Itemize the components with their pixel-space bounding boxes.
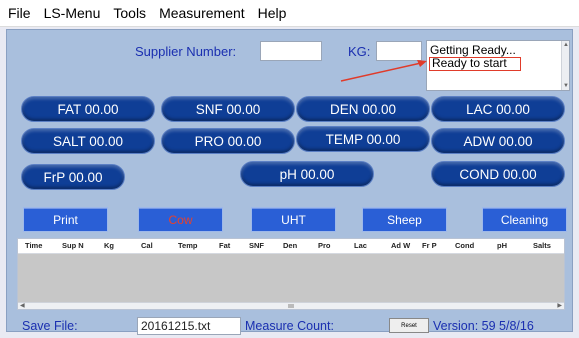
column-header-temp: Temp [178, 241, 198, 250]
menu-file[interactable]: File [8, 5, 31, 21]
version-label: Version: 59 5/8/16 [433, 319, 534, 333]
supplier-number-input[interactable] [260, 41, 322, 61]
save-file-input[interactable]: 20161215.txt [137, 317, 241, 335]
column-header-fat: Fat [219, 241, 231, 250]
table-body [18, 254, 564, 303]
results-table: Time Sup N Kg Cal Temp Fat SNF Den Pro L… [17, 238, 565, 310]
column-header-cond: Cond [455, 241, 475, 250]
reading-pro[interactable]: PRO 00.00 [161, 128, 295, 154]
reading-den[interactable]: DEN 00.00 [296, 96, 430, 122]
uht-button[interactable]: UHT [251, 207, 336, 232]
menu-measurement[interactable]: Measurement [159, 5, 245, 21]
scroll-down-icon[interactable]: ▼ [563, 83, 569, 89]
measure-count-label: Measure Count: [245, 319, 334, 333]
main-panel: Supplier Number: KG: Getting Ready... Re… [6, 29, 573, 335]
supplier-number-label: Supplier Number: [135, 44, 237, 59]
sheep-button[interactable]: Sheep [362, 207, 447, 232]
save-file-label: Save File: [22, 319, 78, 333]
reading-frp[interactable]: FrP 00.00 [21, 164, 125, 190]
reading-salt[interactable]: SALT 00.00 [21, 128, 155, 154]
column-header-sup-n: Sup N [62, 241, 84, 250]
column-header-kg: Kg [104, 241, 114, 250]
reading-snf[interactable]: SNF 00.00 [161, 96, 295, 122]
cleaning-button[interactable]: Cleaning [482, 207, 567, 232]
scroll-thumb[interactable] [288, 304, 294, 308]
column-header-snf: SNF [249, 241, 264, 250]
reading-lac[interactable]: LAC 00.00 [431, 96, 565, 122]
table-header: Time Sup N Kg Cal Temp Fat SNF Den Pro L… [18, 239, 564, 254]
menu-help[interactable]: Help [258, 5, 287, 21]
column-header-cal: Cal [141, 241, 153, 250]
reading-temp[interactable]: TEMP 00.00 [296, 126, 430, 152]
column-header-frp: Fr P [422, 241, 437, 250]
column-header-ph: pH [497, 241, 507, 250]
cow-button[interactable]: Cow [138, 207, 223, 232]
reset-button[interactable]: Reset [389, 318, 429, 333]
status-log: Getting Ready... Ready to start ▲ ▼ [426, 40, 570, 91]
print-button[interactable]: Print [23, 207, 108, 232]
column-header-pro: Pro [318, 241, 331, 250]
column-header-time: Time [25, 241, 43, 250]
status-line-ready-to-start: Ready to start [429, 57, 521, 71]
menu-bar: File LS-Menu Tools Measurement Help [0, 0, 579, 27]
menu-ls-menu[interactable]: LS-Menu [44, 5, 101, 21]
status-scrollbar[interactable]: ▲ ▼ [561, 41, 569, 90]
column-header-salts: Salts [533, 241, 551, 250]
reading-cond[interactable]: COND 00.00 [431, 161, 565, 187]
column-header-adw: Ad W [391, 241, 411, 250]
status-line-getting-ready: Getting Ready... [430, 43, 516, 57]
scroll-left-icon[interactable]: ◀ [20, 302, 25, 309]
scroll-up-icon[interactable]: ▲ [563, 42, 569, 48]
table-horizontal-scrollbar[interactable]: ◀ ▶ [18, 302, 564, 309]
menu-tools[interactable]: Tools [113, 5, 146, 21]
column-header-lac: Lac [354, 241, 367, 250]
column-header-den: Den [283, 241, 298, 250]
reading-adw[interactable]: ADW 00.00 [431, 128, 565, 154]
scroll-right-icon[interactable]: ▶ [557, 302, 562, 309]
annotation-arrow-icon [340, 60, 427, 82]
reading-ph[interactable]: pH 00.00 [240, 161, 374, 187]
reading-fat[interactable]: FAT 00.00 [21, 96, 155, 122]
